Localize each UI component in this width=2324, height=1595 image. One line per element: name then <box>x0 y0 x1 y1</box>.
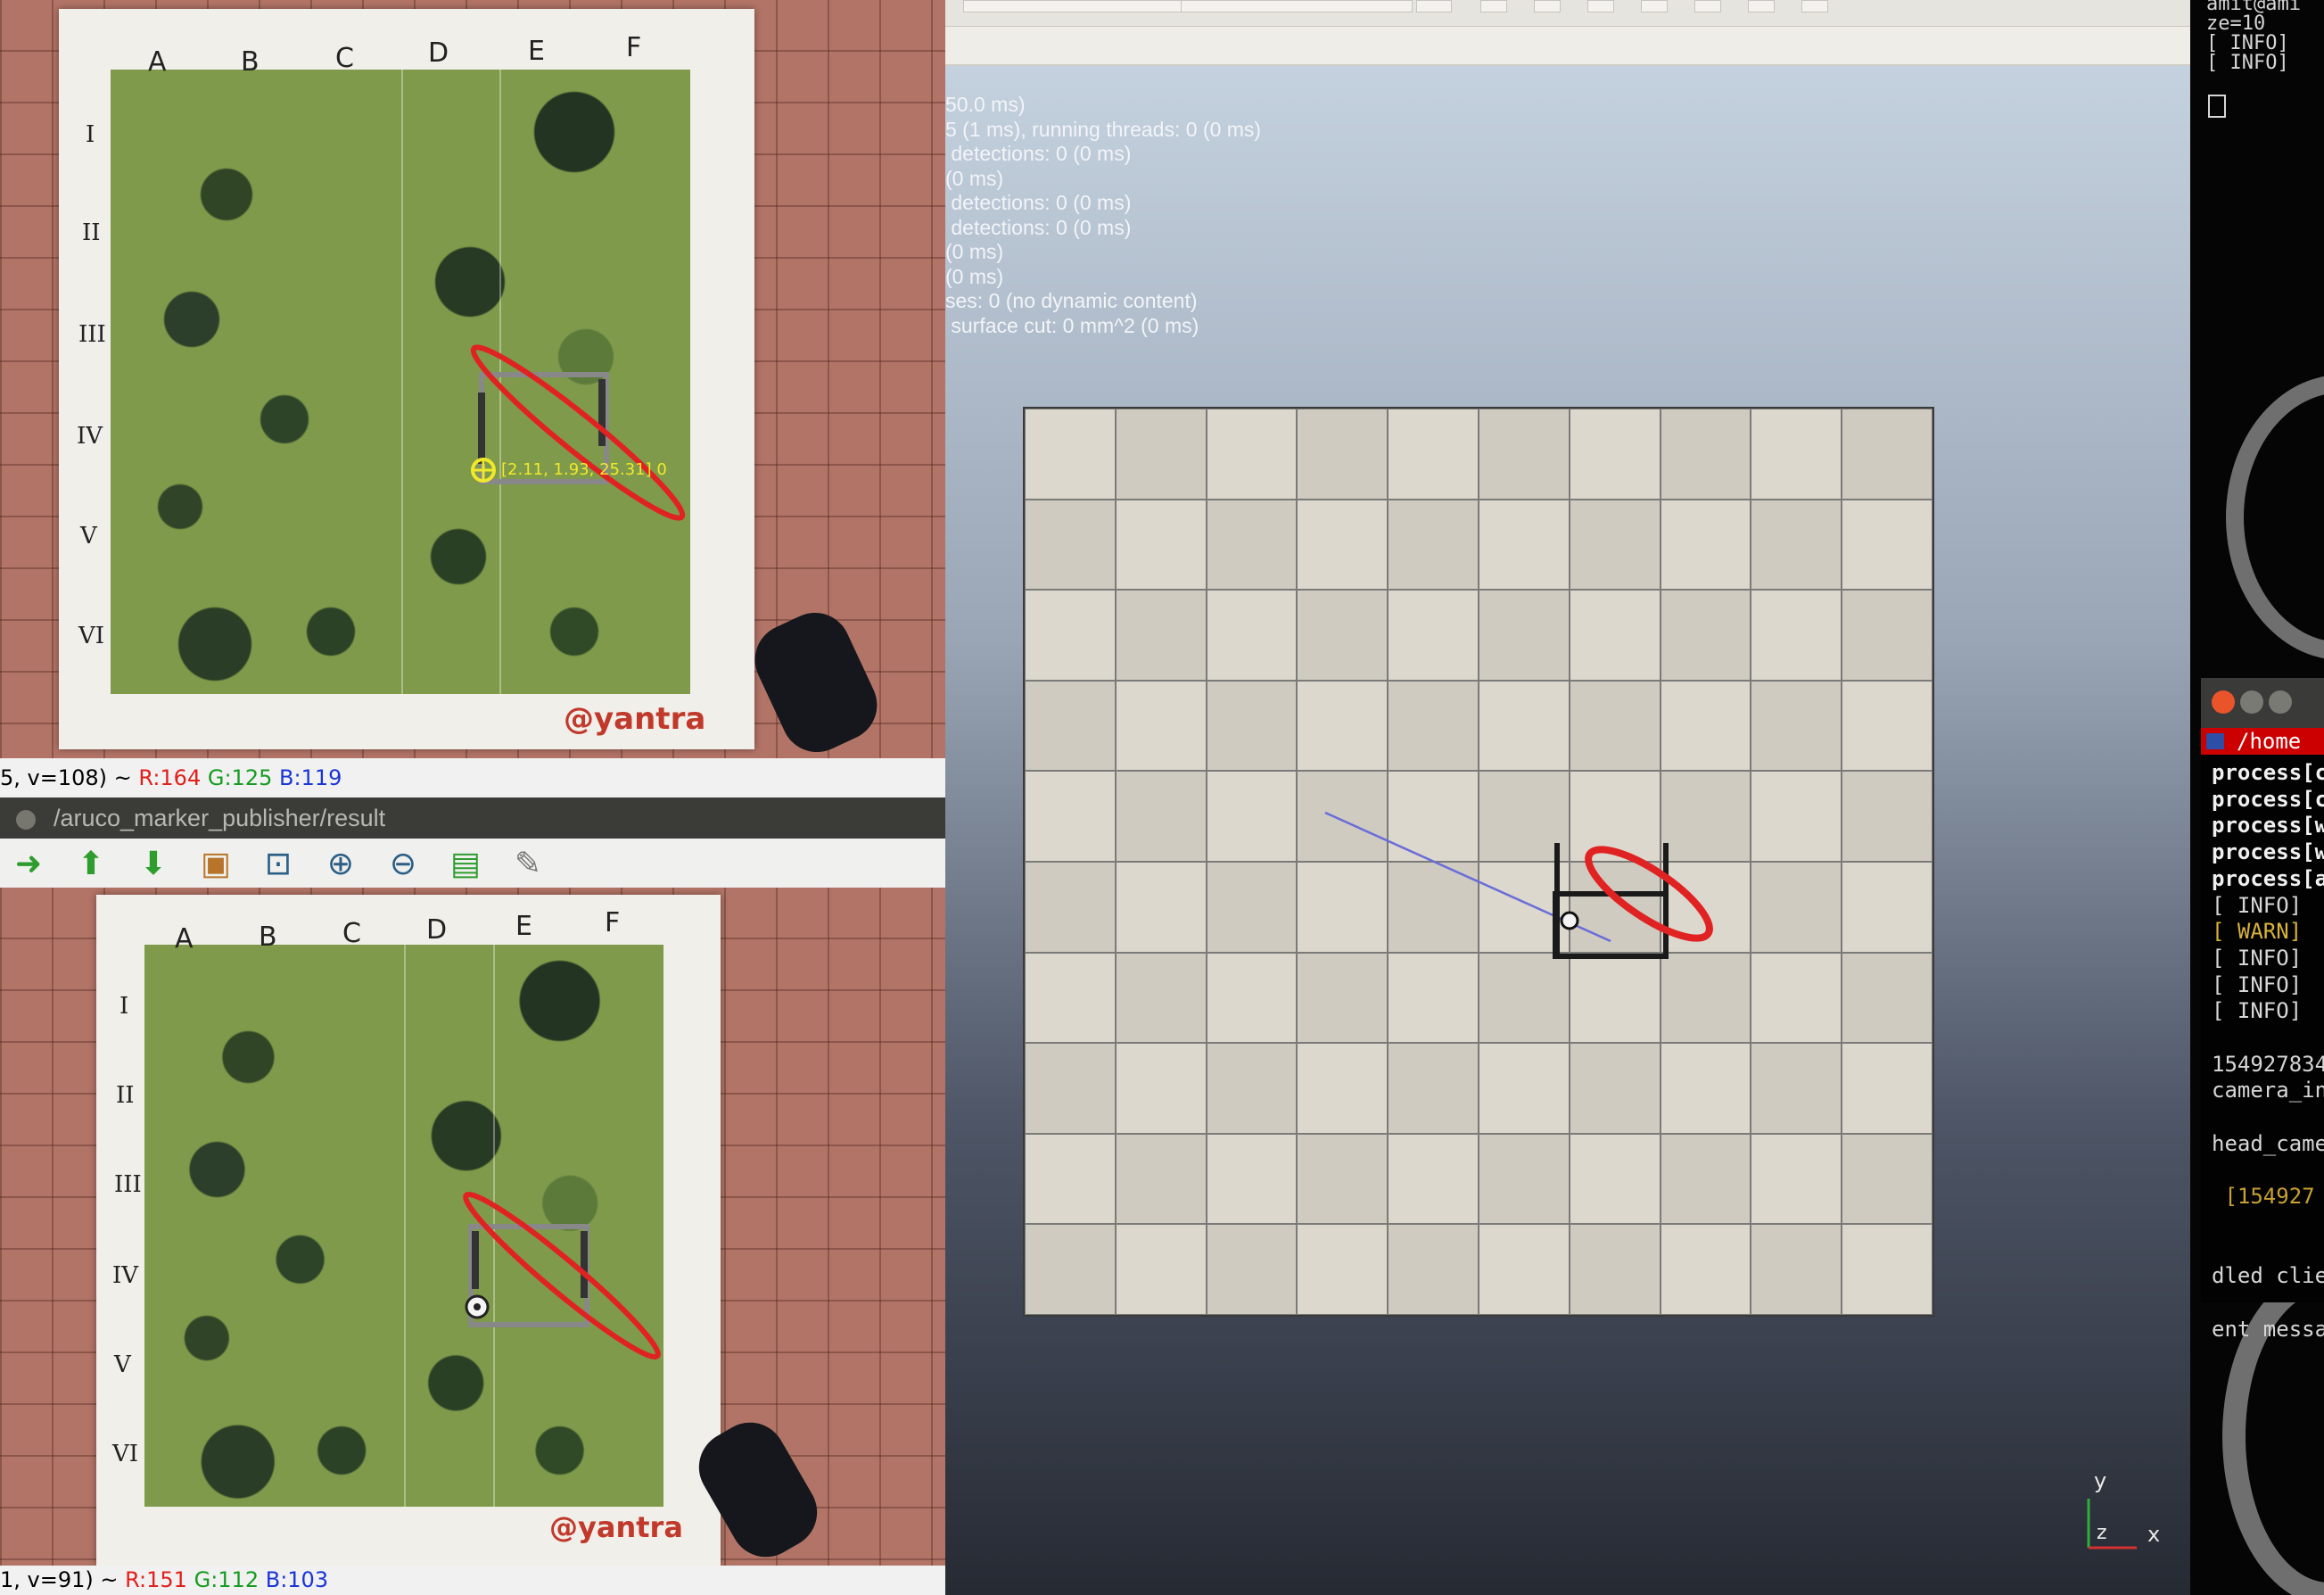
down-arrow-icon[interactable]: ⬇ <box>132 844 175 883</box>
green-value: G:112 <box>194 1567 260 1592</box>
marker-overlay <box>463 1191 661 1360</box>
terminal-line: head_came <box>2212 1130 2324 1156</box>
terminal-line: ze=10 <box>2206 12 2266 35</box>
blue-value: B:103 <box>265 1567 329 1592</box>
marker-pose-label: [2.11, 1.93, 25.31] 0 <box>501 460 667 479</box>
terminal-titlebar[interactable] <box>2201 678 2324 728</box>
terminal-cursor <box>2208 95 2226 118</box>
image-toolbar: ➜ ⬆ ⬇ ▣ ⊡ ⊕ ⊖ ▤ ✎ <box>0 839 945 888</box>
terminal-line: process[w <box>2212 813 2324 839</box>
camera-view-top: A B C D E F I II III IV V VI @yantra [2.… <box>0 0 945 758</box>
terminal-line: [ INFO] <box>2212 998 2303 1024</box>
rviz-3d-view[interactable]: 50.0 ms) 5 (1 ms), running threads: 0 (0 … <box>945 0 2190 1595</box>
marker-ring <box>470 344 686 521</box>
terminal-line: [154927 <box>2212 1184 2315 1210</box>
tire-background <box>2226 375 2324 660</box>
terminal-line: 154927834 <box>2212 1051 2324 1077</box>
terminal-line: process[a <box>2212 865 2324 891</box>
terminal-line: dled clie <box>2212 1263 2324 1289</box>
marker-center-icon <box>474 1303 481 1310</box>
pixel-status-top: 5, v=108) ~ R:164 G:125 B:119 <box>0 758 945 798</box>
marker-overlay <box>470 344 686 521</box>
zoom-out-icon[interactable]: ⊖ <box>382 844 424 883</box>
up-arrow-icon[interactable]: ⬆ <box>70 844 112 883</box>
marker-center-icon <box>1560 911 1579 930</box>
close-icon[interactable] <box>2212 690 2235 714</box>
terminal-tab[interactable]: /home <box>2201 728 2324 755</box>
save-icon[interactable]: ▤ <box>444 844 487 883</box>
axis-z-label: z <box>2097 1522 2107 1544</box>
terminal-line: process[c <box>2212 786 2324 812</box>
pixel-coords: 5, v=108) ~ <box>0 765 139 790</box>
terminal-line: camera_in <box>2212 1078 2324 1103</box>
terminal-line: ent messa <box>2212 1316 2324 1342</box>
pixel-status-bottom: 1, v=91) ~ R:151 G:112 B:103 <box>0 1566 945 1595</box>
axis-y-label: y <box>2094 1468 2107 1493</box>
image-window-titlebar[interactable]: /aruco_marker_publisher/result <box>0 798 945 839</box>
forward-arrow-icon[interactable]: ➜ <box>7 844 50 883</box>
terminal-icon <box>2206 733 2224 749</box>
terminal-path: /home <box>2237 729 2302 754</box>
brush-icon[interactable]: ✎ <box>507 844 549 883</box>
terminal-window[interactable]: amit@ami ze=10[ INFO][ INFO] /home proces… <box>2190 0 2324 1595</box>
zoom-fit-icon[interactable]: ⊡ <box>257 844 300 883</box>
terminal-line: [ INFO] <box>2206 52 2289 74</box>
terminal-line: process[c <box>2212 760 2324 785</box>
terminal-line: [ INFO] <box>2212 892 2303 918</box>
marker-ring <box>463 1191 661 1360</box>
terminal-window-2[interactable]: /home process[c process[c process[w process… <box>2201 678 2324 1342</box>
pixel-coords: 1, v=91) ~ <box>0 1567 126 1592</box>
terminal-line: [ WARN] <box>2212 919 2303 945</box>
window-title: /aruco_marker_publisher/result <box>54 805 386 831</box>
terminal-line: [ INFO] <box>2212 945 2303 971</box>
green-value: G:125 <box>207 765 273 790</box>
terminal-line: [ INFO] <box>2212 971 2303 997</box>
close-icon[interactable] <box>16 809 36 830</box>
image-icon[interactable]: ▣ <box>194 844 237 883</box>
blue-value: B:119 <box>279 765 342 790</box>
rviz-overlay <box>1324 811 2137 1550</box>
terminal-output: process[c process[c process[w process[w proc… <box>2212 760 2324 1343</box>
zoom-in-icon[interactable]: ⊕ <box>319 844 362 883</box>
camera-view-bottom: A B C D E F I II III IV V VI @yantra <box>0 888 945 1566</box>
terminal-line: [ INFO] <box>2206 32 2289 54</box>
red-value: R:164 <box>138 765 202 790</box>
terminal-output-top: amit@ami ze=10[ INFO][ INFO] <box>2206 0 2301 73</box>
maximize-icon[interactable] <box>2269 690 2292 714</box>
red-value: R:151 <box>125 1567 187 1592</box>
axis-x-label: x <box>2147 1522 2161 1547</box>
terminal-line: process[w <box>2212 839 2324 865</box>
minimize-icon[interactable] <box>2240 690 2263 714</box>
